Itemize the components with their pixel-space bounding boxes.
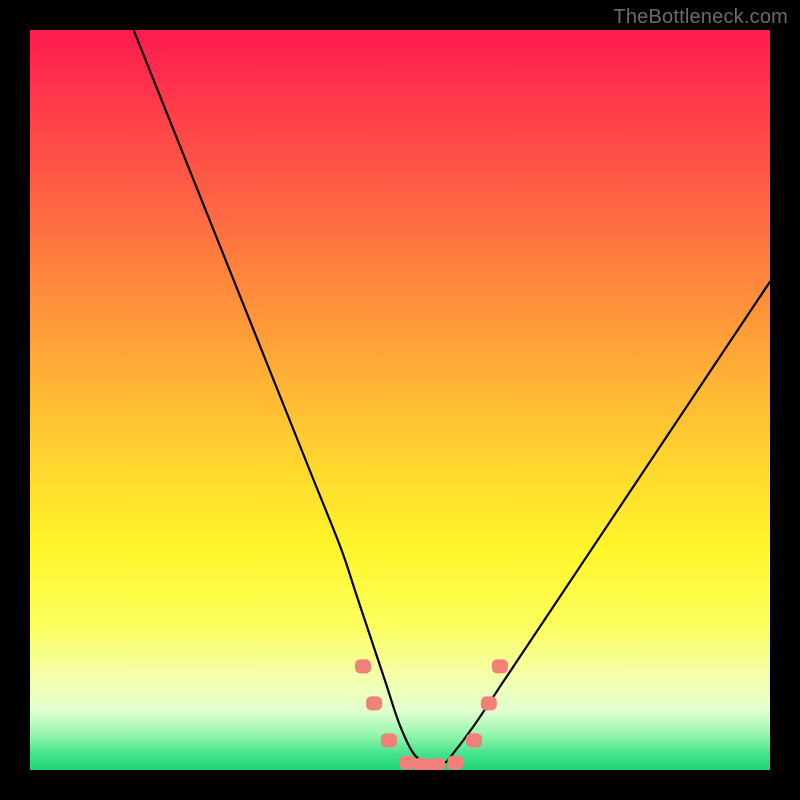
- chart-frame: TheBottleneck.com: [0, 0, 800, 800]
- watermark-text: TheBottleneck.com: [613, 6, 788, 29]
- data-marker: [366, 696, 382, 710]
- data-marker: [381, 733, 397, 747]
- marker-layer: [30, 30, 770, 770]
- data-marker: [481, 696, 497, 710]
- plot-area: [30, 30, 770, 770]
- data-marker: [466, 733, 482, 747]
- data-marker: [414, 758, 430, 770]
- data-marker: [399, 756, 415, 770]
- data-marker: [355, 659, 371, 673]
- data-marker: [429, 758, 445, 770]
- data-marker: [448, 756, 464, 770]
- data-marker: [492, 659, 508, 673]
